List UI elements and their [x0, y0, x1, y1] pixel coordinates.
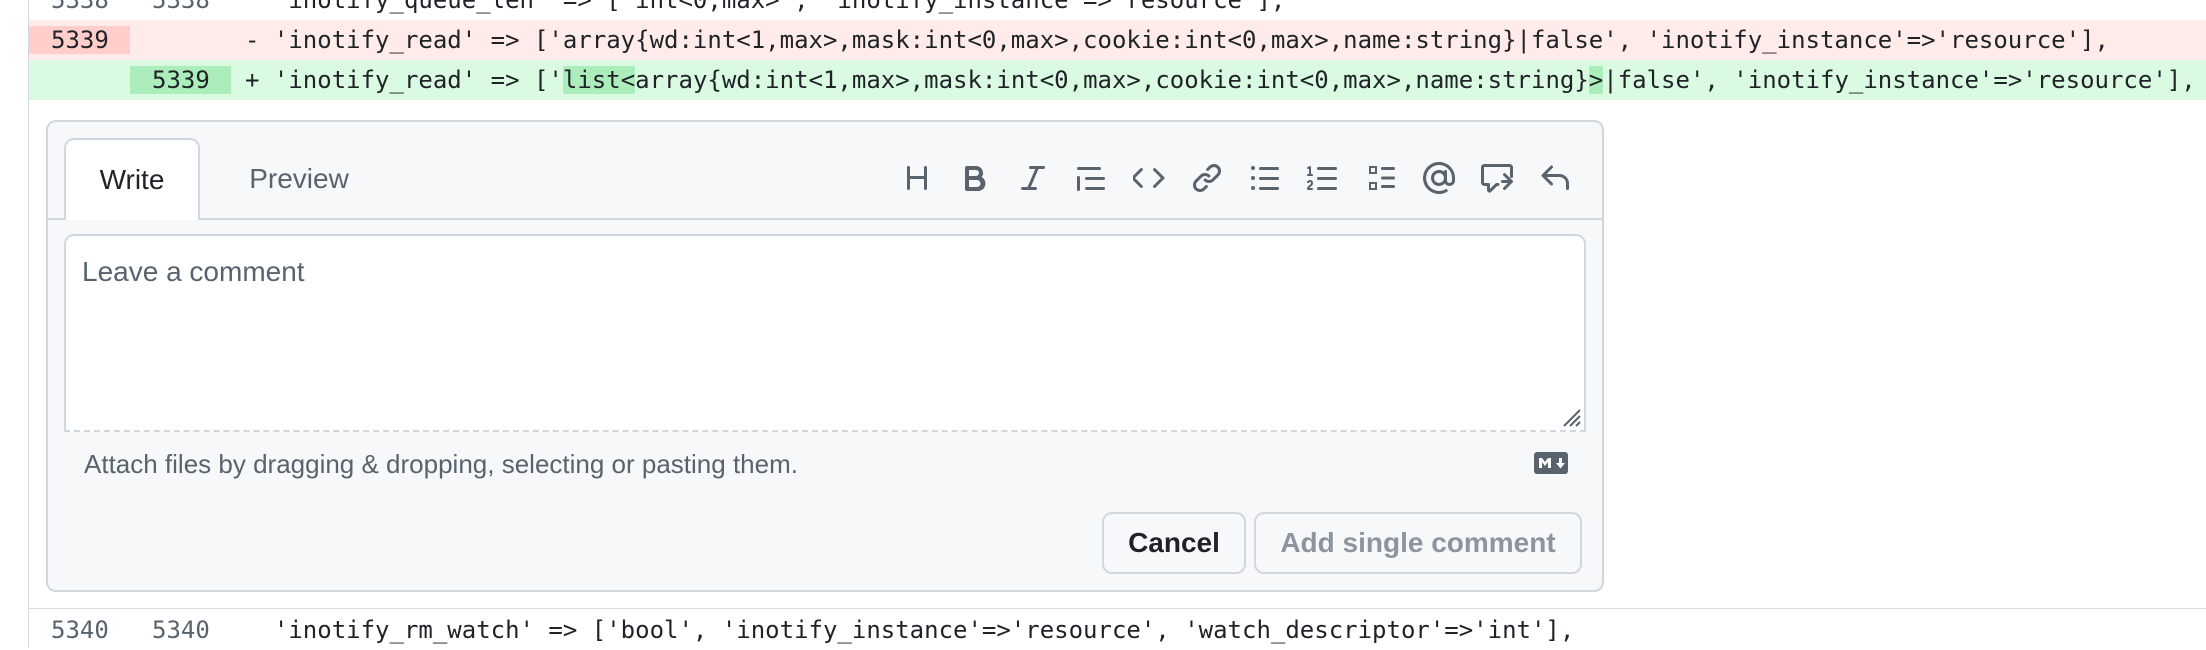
link-icon[interactable] — [1178, 156, 1236, 200]
inline-comment-form: Write Preview Leave a comment Attach fil… — [46, 120, 1604, 592]
code-suffix: |false', 'inotify_instance'=>'resource']… — [1603, 66, 2196, 94]
unordered-list-icon[interactable] — [1236, 156, 1294, 200]
file-attachment-bar[interactable]: Attach files by dragging & dropping, sel… — [64, 432, 1586, 496]
cancel-button[interactable]: Cancel — [1102, 512, 1246, 574]
diff-deleted-row: 5339 - 'inotify_read' => ['array{wd:int<… — [29, 20, 2206, 60]
added-highlight: list< — [562, 66, 636, 94]
add-single-comment-button[interactable]: Add single comment — [1254, 512, 1582, 574]
code-prefix: + 'inotify_read' => [' — [245, 66, 563, 94]
reference-icon[interactable] — [1468, 156, 1526, 200]
code-line: 'inotify_queue_len' => ['int<0,max>', 'i… — [245, 0, 1286, 14]
tab-preview[interactable]: Preview — [234, 138, 364, 220]
quote-icon[interactable] — [1062, 156, 1120, 200]
code-line: - 'inotify_read' => ['array{wd:int<1,max… — [245, 26, 2109, 54]
ordered-list-icon[interactable] — [1294, 156, 1352, 200]
bold-icon[interactable] — [946, 156, 1004, 200]
code-line: 'inotify_rm_watch' => ['bool', 'inotify_… — [245, 616, 1575, 644]
diff-context-row: 5338 5338 'inotify_queue_len' => ['int<0… — [29, 0, 2206, 20]
markdown-toolbar — [888, 156, 1584, 200]
old-line-number[interactable]: 5340 — [29, 616, 130, 644]
markdown-icon[interactable] — [1534, 452, 1568, 474]
code-icon[interactable] — [1120, 156, 1178, 200]
comment-tabs-bar: Write Preview — [48, 122, 1602, 220]
tab-write[interactable]: Write — [64, 138, 200, 220]
new-line-number[interactable]: 5338 — [130, 0, 231, 14]
attach-files-text: Attach files by dragging & dropping, sel… — [84, 448, 798, 479]
added-highlight: > — [1588, 66, 1604, 94]
diff-context-row: 5340 5340 'inotify_rm_watch' => ['bool',… — [29, 610, 2206, 650]
undo-icon[interactable] — [1526, 156, 1584, 200]
italic-icon[interactable] — [1004, 156, 1062, 200]
resize-handle-icon[interactable] — [1556, 402, 1582, 428]
task-list-icon[interactable] — [1352, 156, 1410, 200]
old-line-number[interactable]: 5338 — [29, 0, 130, 14]
diff-added-row: 5339 + 'inotify_read' => ['list<array{wd… — [29, 60, 2206, 100]
mention-icon[interactable] — [1410, 156, 1468, 200]
heading-icon[interactable] — [888, 156, 946, 200]
old-line-number[interactable]: 5339 — [29, 26, 130, 54]
textarea-placeholder: Leave a comment — [82, 256, 305, 287]
code-middle: array{wd:int<1,max>,mask:int<0,max>,cook… — [635, 66, 1589, 94]
new-line-number[interactable]: 5340 — [130, 616, 231, 644]
comment-textarea[interactable]: Leave a comment — [64, 234, 1586, 432]
diff-separator — [29, 608, 2206, 609]
new-line-number[interactable]: 5339 — [130, 66, 231, 94]
code-line: + 'inotify_read' => ['list<array{wd:int<… — [231, 66, 2206, 94]
